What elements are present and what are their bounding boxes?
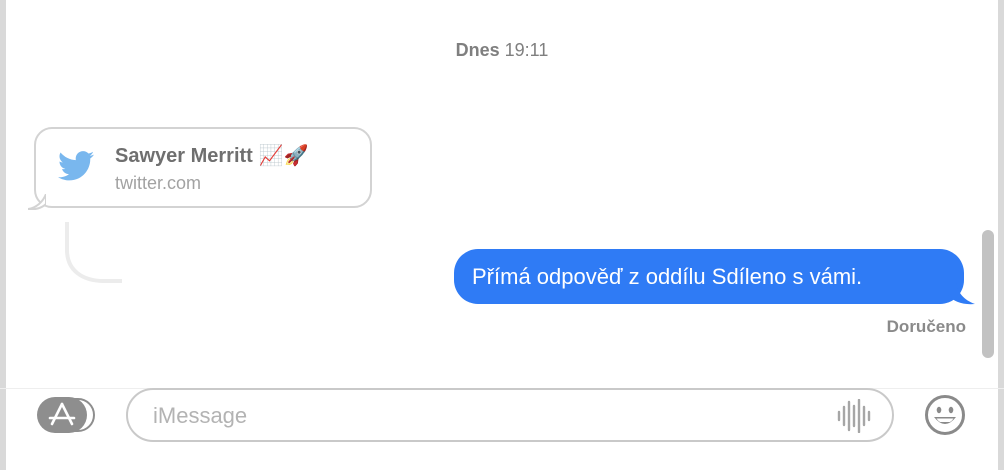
timestamp-day: Dnes: [455, 40, 500, 60]
delivery-status: Doručeno: [886, 317, 966, 336]
sent-bubble-tail: [948, 283, 975, 305]
link-preview-title: Sawyer Merritt 📈🚀: [115, 143, 309, 168]
twitter-bird-icon: [58, 151, 94, 181]
scrollbar-thumb[interactable]: [982, 230, 994, 358]
link-preview-bubble[interactable]: Sawyer Merritt 📈🚀 twitter.com: [28, 127, 372, 210]
app-store-button[interactable]: [36, 396, 96, 434]
previous-message-fragment: [836, 0, 966, 4]
timestamp-time: 19:11: [504, 40, 549, 60]
bubble-tail: [28, 194, 46, 210]
sent-message-text: Přímá odpověď z oddílu Sdíleno s vámi.: [472, 264, 863, 289]
emoji-icon[interactable]: [924, 394, 966, 436]
link-title-text: Sawyer Merritt: [115, 145, 253, 167]
link-preview-host: twitter.com: [115, 173, 202, 193]
message-input[interactable]: iMessage: [126, 388, 894, 442]
sent-message-bubble[interactable]: Přímá odpověď z oddílu Sdíleno s vámi.: [454, 249, 964, 304]
message-input-placeholder: iMessage: [153, 403, 248, 428]
conversation-timestamp: Dnes 19:11: [0, 40, 1004, 61]
link-title-emoji: 📈🚀: [258, 145, 309, 167]
reply-thread-connector: [65, 222, 122, 283]
audio-waveform-icon[interactable]: [836, 399, 872, 433]
